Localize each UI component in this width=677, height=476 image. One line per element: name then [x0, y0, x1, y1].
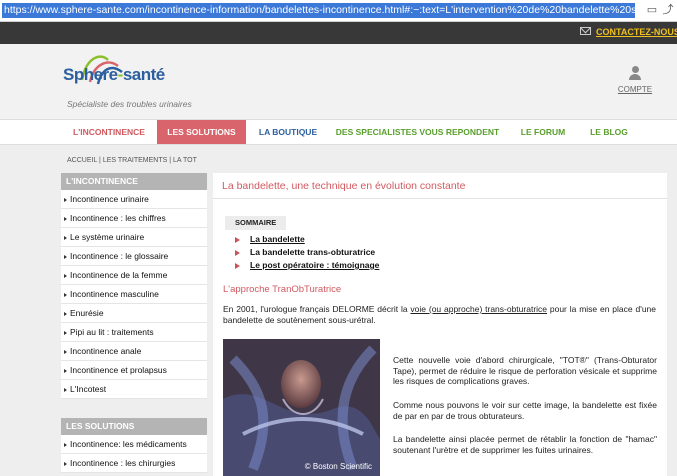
bladder-illustration-icon — [223, 339, 380, 476]
sidebar-item-femme[interactable]: Incontinence de la femme — [61, 266, 207, 285]
sidebar-section-title: L'INCONTINENCE — [61, 173, 207, 190]
bullet-arrow-icon — [64, 330, 67, 335]
bullet-arrow-icon — [64, 387, 67, 392]
description-paragraph: La bandelette ainsi placée permet de rét… — [393, 434, 657, 455]
logo-text[interactable]: Sphere-santé — [63, 65, 165, 85]
mail-icon — [580, 27, 591, 35]
share-icon[interactable]: ⤴ — [661, 4, 675, 17]
bullet-arrow-icon — [64, 254, 67, 259]
description-paragraph: Comme nous pouvons le voir sur cette ima… — [393, 400, 657, 421]
sidebar-item-glossaire[interactable]: Incontinence : le glossaire — [61, 247, 207, 266]
toc-item-trans-obturatrice[interactable]: La bandelette trans-obturatrice — [235, 246, 379, 259]
nav-boutique[interactable]: LA BOUTIQUE — [252, 120, 324, 144]
sidebar-item-prolapsus[interactable]: Incontinence et prolapsus — [61, 361, 207, 380]
sidebar-item-chirurgies[interactable]: Incontinence : les chirurgies — [61, 454, 207, 473]
nav-blog[interactable]: LE BLOG — [585, 120, 633, 144]
toc-item-post-operatoire[interactable]: Le post opératoire : témoignage — [235, 259, 379, 272]
sidebar-item-pipi-au-lit[interactable]: Pipi au lit : traitements — [61, 323, 207, 342]
article-panel: La bandelette, une technique en évolutio… — [213, 173, 667, 476]
main-nav: L'INCONTINENCE LES SOLUTIONS LA BOUTIQUE… — [0, 119, 677, 145]
contact-link[interactable]: CONTACTEZ-NOUS — [596, 27, 677, 37]
user-icon — [631, 66, 639, 73]
bullet-arrow-icon — [235, 236, 240, 243]
site-header: Sphere-santé Spécialiste des troubles ur… — [0, 44, 677, 119]
url-field[interactable]: https://www.sphere-sante.com/incontinenc… — [2, 3, 635, 18]
page-title: La bandelette, une technique en évolutio… — [222, 180, 466, 192]
section-title: L'approche TranObTuratrice — [223, 284, 342, 295]
bullet-arrow-icon — [64, 292, 67, 297]
bullet-arrow-icon — [64, 311, 67, 316]
intro-paragraph: En 2001, l'urologue français DELORME déc… — [223, 304, 656, 325]
bullet-arrow-icon — [64, 461, 67, 466]
breadcrumb-separator: | — [169, 157, 172, 164]
sidebar-section-title: LES SOLUTIONS — [61, 418, 207, 435]
toc-item-bandelette[interactable]: La bandelette — [235, 233, 379, 246]
nav-specialistes[interactable]: DES SPECIALISTES VOUS REPONDENT — [334, 120, 501, 144]
description-paragraph: Cette nouvelle voie d'abord chirurgicale… — [393, 355, 657, 386]
nav-incontinence[interactable]: L'INCONTINENCE — [66, 120, 152, 144]
tagline: Spécialiste des troubles urinaires — [67, 99, 192, 109]
sidebar-item-incontinence-urinaire[interactable]: Incontinence urinaire — [61, 190, 207, 209]
sommaire-label: SOMMAIRE — [225, 216, 287, 230]
sidebar-item-systeme-urinaire[interactable]: Le système urinaire — [61, 228, 207, 247]
breadcrumb-current: LA TOT — [173, 157, 197, 164]
bullet-arrow-icon — [235, 249, 240, 256]
title-divider — [213, 198, 667, 199]
sidebar-item-incotest[interactable]: L'Incotest — [61, 380, 207, 399]
sidebar-item-masculine[interactable]: Incontinence masculine — [61, 285, 207, 304]
sidebar-item-enuresie[interactable]: Enurésie — [61, 304, 207, 323]
user-icon-body — [629, 74, 641, 80]
breadcrumb-traitements[interactable]: LES TRAITEMENTS — [103, 157, 167, 164]
bullet-arrow-icon — [64, 216, 67, 221]
sidebar: L'INCONTINENCE Incontinence urinaire Inc… — [61, 173, 207, 473]
reader-mode-icon[interactable]: ▭ — [645, 4, 659, 17]
browser-address-bar: https://www.sphere-sante.com/incontinenc… — [0, 0, 677, 22]
top-bar: CONTACTEZ-NOUS — [0, 22, 677, 44]
sidebar-item-anale[interactable]: Incontinence anale — [61, 342, 207, 361]
trans-obturatrice-link[interactable]: voie (ou approche) trans-obturatrice — [410, 304, 547, 314]
image-credit: © Boston Scientific — [304, 462, 372, 471]
bullet-arrow-icon — [235, 262, 240, 269]
bullet-arrow-icon — [64, 368, 67, 373]
nav-forum[interactable]: LE FORUM — [514, 120, 572, 144]
bullet-arrow-icon — [64, 442, 67, 447]
account-label: COMPTE — [617, 85, 653, 94]
bullet-arrow-icon — [64, 197, 67, 202]
sidebar-item-chiffres[interactable]: Incontinence : les chiffres — [61, 209, 207, 228]
bullet-arrow-icon — [64, 273, 67, 278]
sidebar-item-medicaments[interactable]: Incontinence: les médicaments — [61, 435, 207, 454]
account-button[interactable]: COMPTE — [616, 66, 654, 94]
breadcrumb-separator: | — [99, 157, 101, 164]
breadcrumb-accueil[interactable]: ACCUEIL — [67, 157, 97, 164]
logo-end: santé — [122, 65, 165, 84]
bullet-arrow-icon — [64, 349, 67, 354]
surgical-illustration: © Boston Scientific — [223, 339, 380, 476]
logo-main: Sphere — [63, 65, 118, 84]
bullet-arrow-icon — [64, 235, 67, 240]
breadcrumb: ACCUEIL | LES TRAITEMENTS | LA TOT — [67, 157, 197, 164]
nav-solutions[interactable]: LES SOLUTIONS — [157, 120, 246, 144]
table-of-contents: La bandelette La bandelette trans-obtura… — [235, 233, 379, 272]
